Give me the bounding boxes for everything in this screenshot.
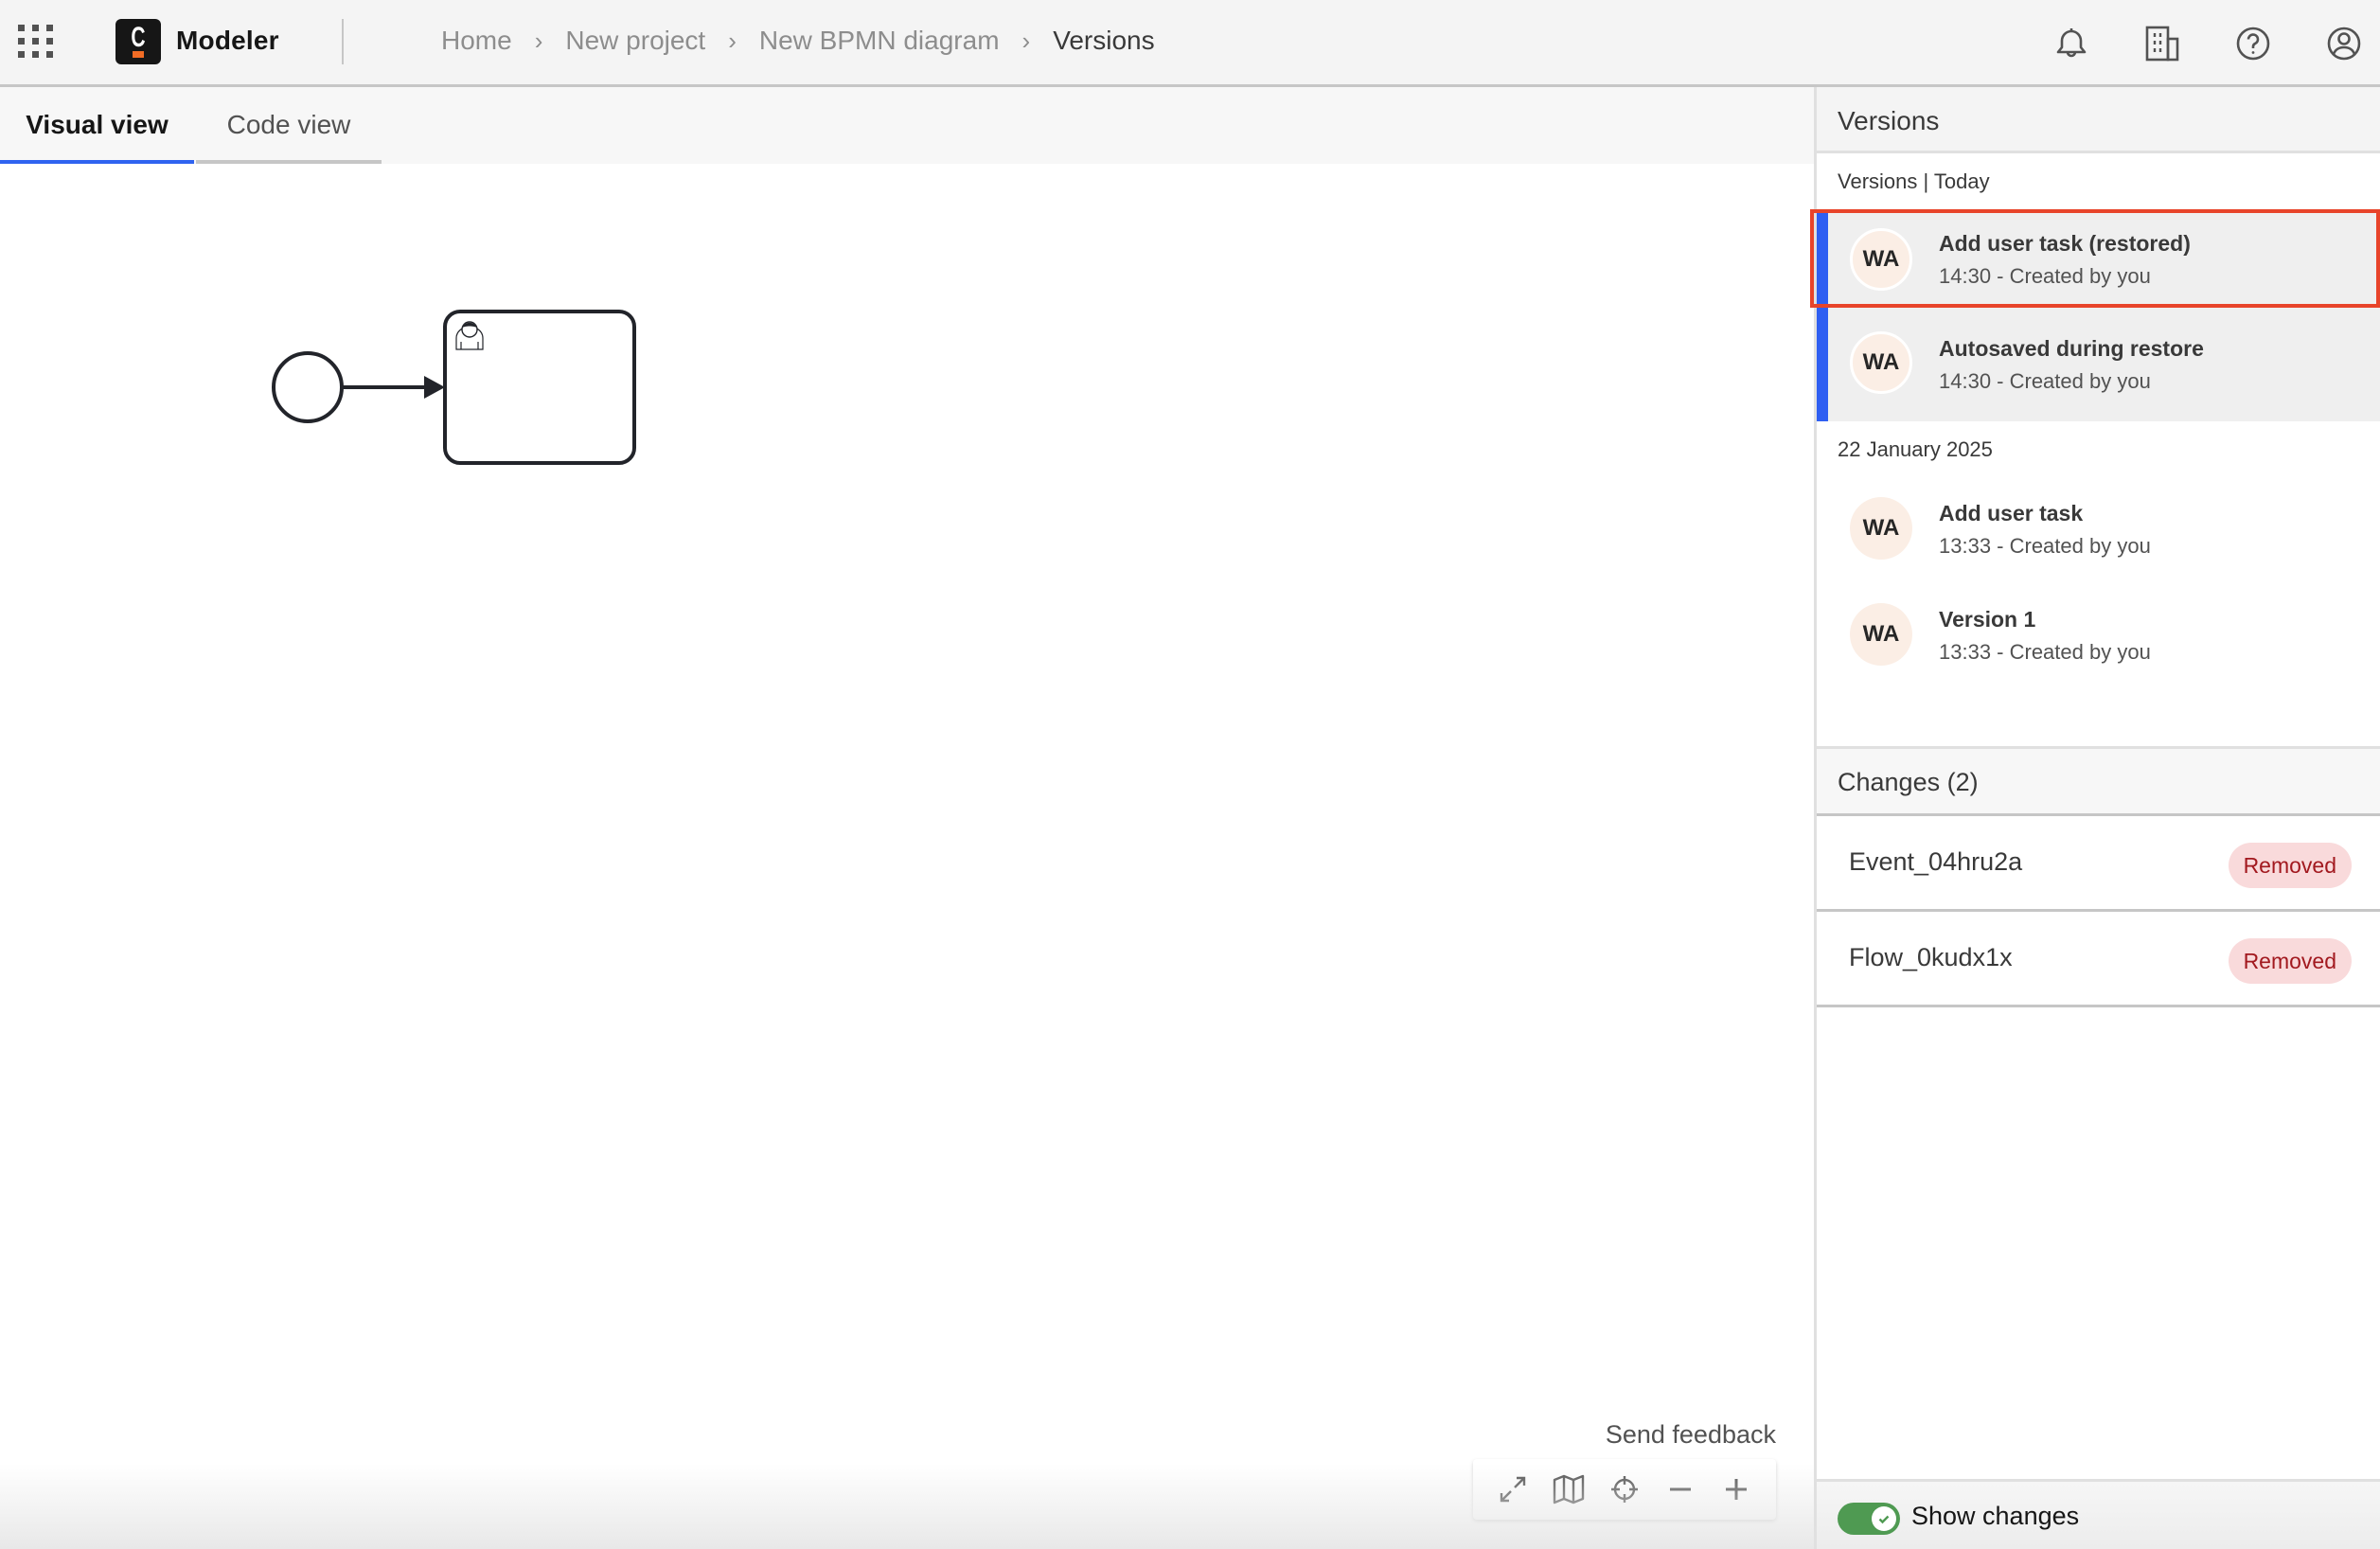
view-tabs: Visual view Code view: [0, 87, 1814, 164]
panel-title: Versions: [1838, 106, 1940, 135]
header-divider: [342, 19, 344, 64]
changes-header: Changes (2): [1817, 749, 2380, 816]
version-meta: 14:30 - Created by you: [1939, 369, 2151, 393]
app-switcher-icon[interactable]: [18, 25, 54, 59]
avatar: WA: [1850, 603, 1912, 666]
show-changes-label[interactable]: Show changes: [1911, 1502, 2079, 1531]
start-event[interactable]: [272, 351, 344, 423]
tab-code-view[interactable]: Code view: [196, 87, 382, 164]
user-icon[interactable]: [2325, 25, 2363, 62]
panel-footer: Show changes: [1817, 1479, 2380, 1549]
breadcrumb-separator: ›: [728, 26, 737, 55]
change-item[interactable]: Event_04hru2a Removed: [1817, 819, 2380, 912]
zoom-in-icon[interactable]: [1714, 1467, 1759, 1512]
logo-letter: C: [131, 22, 146, 53]
change-element-id: Flow_0kudx1x: [1849, 943, 2013, 971]
avatar: WA: [1850, 331, 1912, 394]
breadcrumb-diagram[interactable]: New BPMN diagram: [759, 26, 1000, 56]
version-group-label: Versions | Today: [1838, 169, 1990, 193]
version-title: Add user task (restored): [1939, 231, 2191, 256]
top-header: C Modeler Home › New project › New BPMN …: [0, 0, 2380, 87]
reset-view-icon[interactable]: [1602, 1467, 1647, 1512]
sequence-flow[interactable]: [343, 376, 445, 399]
version-title: Version 1: [1939, 607, 2036, 632]
change-element-id: Event_04hru2a: [1849, 847, 2023, 876]
toggle-knob: [1872, 1506, 1896, 1531]
fullscreen-icon[interactable]: [1490, 1467, 1536, 1512]
minimap-icon[interactable]: [1546, 1467, 1591, 1512]
version-meta: 13:33 - Created by you: [1939, 640, 2151, 664]
app-name[interactable]: Modeler: [176, 26, 279, 56]
avatar: WA: [1850, 497, 1912, 560]
version-title: Add user task: [1939, 501, 2084, 525]
version-item[interactable]: WA Autosaved during restore 14:30 - Crea…: [1817, 308, 2380, 421]
show-changes-toggle[interactable]: [1838, 1503, 1900, 1535]
version-item[interactable]: WA Add user task (restored) 14:30 - Crea…: [1817, 212, 2380, 308]
tab-label: Visual view: [26, 110, 169, 139]
version-group-label: 22 January 2025: [1838, 437, 1993, 461]
version-meta: 13:33 - Created by you: [1939, 534, 2151, 558]
help-icon[interactable]: [2234, 25, 2272, 62]
status-badge: Removed: [2228, 938, 2352, 984]
status-badge: Removed: [2228, 843, 2352, 888]
version-meta: 14:30 - Created by you: [1939, 264, 2151, 288]
breadcrumb-separator: ›: [1021, 26, 1031, 55]
organization-icon[interactable]: [2143, 25, 2181, 62]
avatar: WA: [1850, 228, 1912, 291]
check-icon: [1875, 1510, 1892, 1527]
selected-indicator: [1817, 212, 1828, 308]
version-item[interactable]: WA Version 1 13:33 - Created by you: [1817, 581, 2380, 687]
tab-visual-view[interactable]: Visual view: [0, 87, 194, 164]
breadcrumb-project[interactable]: New project: [565, 26, 705, 56]
logo-accent: [133, 51, 144, 58]
breadcrumb: Home › New project › New BPMN diagram › …: [441, 26, 1155, 56]
camunda-logo[interactable]: C: [115, 19, 161, 64]
send-feedback-link[interactable]: Send feedback: [1606, 1420, 1776, 1450]
diagram-canvas[interactable]: Send feedback: [0, 164, 1814, 1549]
panel-header: Versions: [1817, 87, 2380, 153]
breadcrumb-separator: ›: [534, 26, 543, 55]
canvas-controls: [1473, 1459, 1776, 1520]
version-item[interactable]: WA Add user task 13:33 - Created by you: [1817, 475, 2380, 581]
tab-label: Code view: [226, 110, 351, 139]
bell-icon[interactable]: [2052, 25, 2090, 62]
breadcrumb-home[interactable]: Home: [441, 26, 512, 56]
selected-indicator: [1817, 308, 1828, 421]
breadcrumb-current: Versions: [1053, 26, 1155, 55]
changes-title: Changes (2): [1838, 768, 1979, 796]
bpmn-diagram: [272, 310, 636, 465]
version-title: Autosaved during restore: [1939, 336, 2204, 361]
change-item[interactable]: Flow_0kudx1x Removed: [1817, 915, 2380, 1007]
versions-panel: Versions Versions | Today WA Add user ta…: [1814, 87, 2380, 1549]
zoom-out-icon[interactable]: [1658, 1467, 1703, 1512]
